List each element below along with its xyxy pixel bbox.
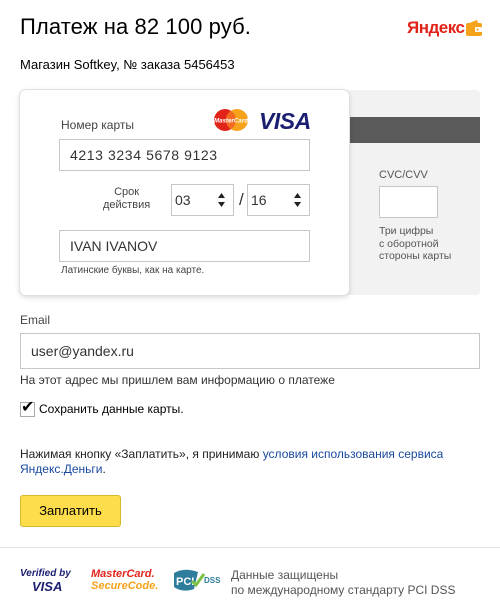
terms-text: Нажимая кнопку «Заплатить», я принимаю у… [20,447,490,477]
yandex-logo: Яндекс [407,16,483,42]
cvc-hint: Три цифры с оборотной стороны карты [379,225,451,263]
expiry-month-select[interactable]: 03 [171,184,234,216]
vbv-line2: VISA [32,579,63,594]
mastercard-icon: MasterCard [214,109,248,131]
mc-line1: MasterCard. [91,568,155,580]
cvc-hint-line: с оборотной [379,237,439,250]
yandex-wallet-icon [466,20,482,36]
card-number-input[interactable]: 4213 3234 5678 9123 [59,139,310,171]
footer-divider [0,547,500,548]
expiry-label-line: действия [103,199,151,211]
expiry-separator: / [239,190,244,209]
card-front: Номер карты MasterCard VISA 4213 3234 56… [20,90,349,295]
terms-prefix: Нажимая кнопку «Заплатить», я принимаю [20,447,263,461]
save-card-label: Сохранить данные карты. [39,402,184,416]
card-number-label: Номер карты [61,118,134,132]
cvc-hint-line: стороны карты [379,250,452,262]
cvc-hint-line: Три цифры [379,225,434,237]
cvc-label: CVC/CVV [379,169,428,181]
select-arrows-icon [294,193,301,207]
terms-suffix: . [102,462,106,476]
pci-dss-text: DSS [204,576,221,585]
cardholder-hint: Латинские буквы, как на карте. [61,265,205,276]
email-hint: На этот адрес мы пришлем вам информацию … [20,373,335,387]
vbv-line1: Verified by [20,568,71,579]
order-info: Магазин Softkey, № заказа 5456453 [20,57,235,72]
checkmark-icon: ✔ [21,399,35,416]
expiry-year-select[interactable]: 16 [247,184,310,216]
magnetic-stripe [340,117,480,143]
page-title: Платеж на 82 100 руб. [20,14,251,39]
email-label: Email [20,313,51,327]
expiry-label-line: Срок [114,186,140,198]
expiry-month-value: 03 [175,192,191,208]
pci-secure-line: Данные защищены [231,568,339,582]
mc-line2: SecureCode. [91,580,159,592]
pci-dss-icon: PCI DSS [174,569,221,591]
cardholder-input[interactable]: IVAN IVANOV [59,230,310,262]
pci-secure-line: по международному стандарту PCI DSS [231,583,456,597]
cvc-input[interactable] [379,186,438,218]
email-input[interactable]: user@yandex.ru [20,333,480,369]
expiry-year-value: 16 [251,192,267,208]
select-arrows-icon [218,193,225,207]
mastercard-text: MasterCard [214,118,248,125]
yandex-logo-text: Яндекс [407,18,465,37]
pci-secure-text: Данные защищены по международному станда… [231,568,455,598]
pay-button[interactable]: Заплатить [20,495,121,527]
visa-icon: VISA [259,108,311,134]
expiry-label: Срок действия [103,186,150,212]
